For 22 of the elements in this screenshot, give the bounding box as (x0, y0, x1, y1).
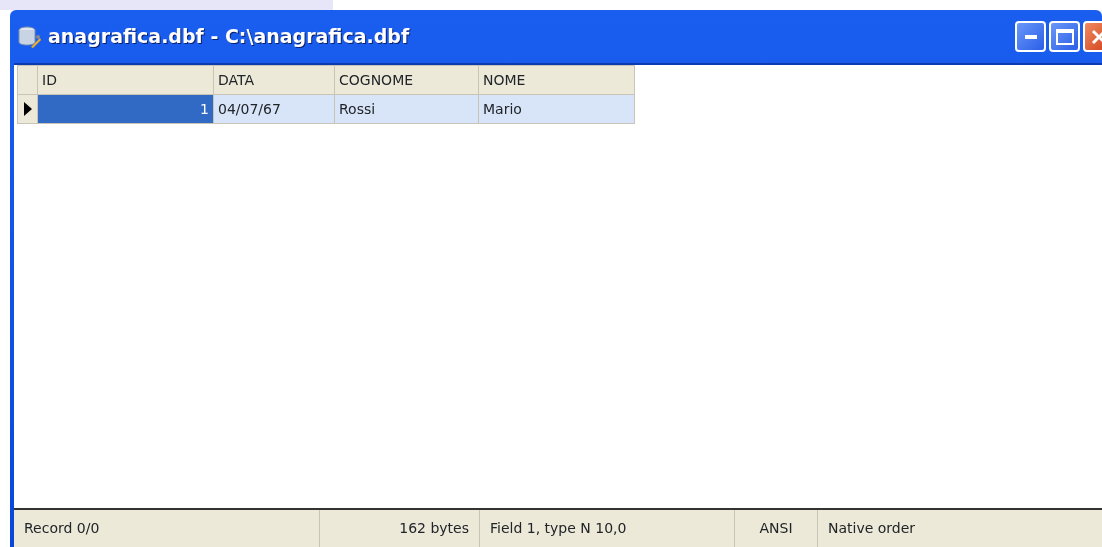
row-header[interactable] (17, 94, 38, 124)
maximize-icon (1055, 28, 1074, 45)
table-cell[interactable]: 1 (37, 94, 214, 124)
table-cell[interactable]: 04/07/67 (213, 94, 335, 124)
status-panel: Field 1, type N 10,0 (480, 510, 735, 547)
close-icon (1090, 28, 1102, 45)
table-cell[interactable]: Rossi (334, 94, 479, 124)
column-header[interactable]: ID (37, 65, 214, 95)
status-panel: 162 bytes (320, 510, 480, 547)
database-icon (18, 24, 42, 49)
column-header[interactable]: DATA (213, 65, 335, 95)
window-title: anagrafica.dbf - C:\anagrafica.dbf (48, 24, 410, 50)
status-panel: Record 0/0 (14, 510, 320, 547)
status-panel: ANSI (735, 510, 818, 547)
maximize-button[interactable] (1049, 21, 1080, 52)
status-panel: Native order (818, 510, 1102, 547)
minimize-button[interactable] (1015, 21, 1046, 52)
table-cell[interactable]: Mario (478, 94, 635, 124)
column-header[interactable]: NOME (478, 65, 635, 95)
header-corner (17, 65, 38, 95)
minimize-icon (1024, 34, 1037, 39)
column-header[interactable]: COGNOME (334, 65, 479, 95)
